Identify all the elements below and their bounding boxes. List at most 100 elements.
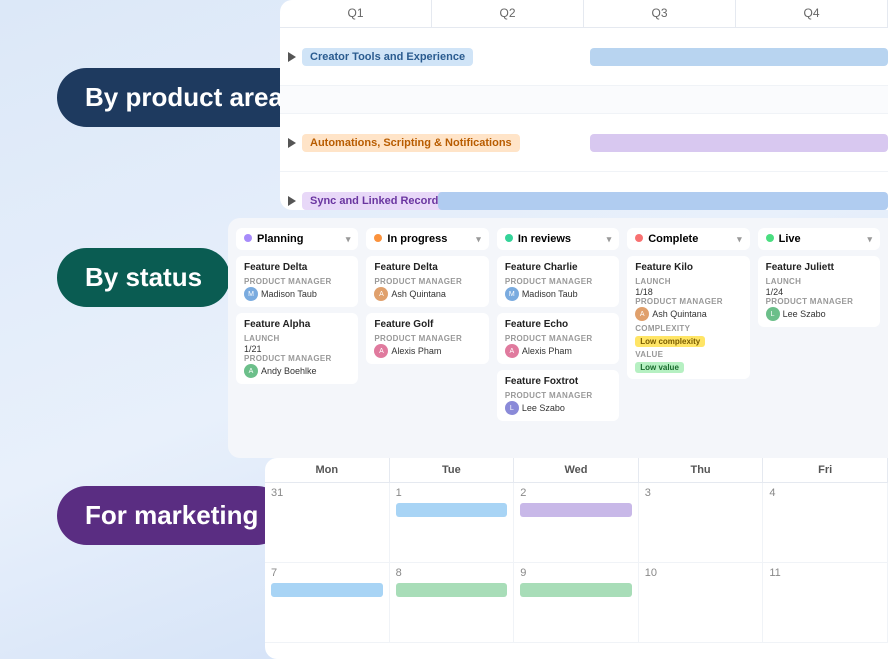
card-feature-foxtrot: Feature Foxtrot PRODUCT MANAGER L Lee Sz… (497, 370, 619, 421)
avatar: M (244, 287, 258, 301)
by-product-area-label: By product area (57, 68, 311, 127)
cal-cell-2[interactable]: 2 (514, 483, 639, 562)
cal-cell-8[interactable]: 8 (390, 563, 515, 642)
cal-date: 31 (271, 487, 383, 499)
gantt-row-creator: Creator Tools and Experience (280, 28, 888, 86)
cal-cell-10[interactable]: 10 (639, 563, 764, 642)
card-feature-charlie: Feature Charlie PRODUCT MANAGER M Madiso… (497, 256, 619, 307)
card-person: A Andy Boehlke (244, 364, 350, 378)
card-feature-echo: Feature Echo PRODUCT MANAGER A Alexis Ph… (497, 313, 619, 364)
kanban-board-area: Planning ▾ Feature Delta PRODUCT MANAGER… (228, 218, 888, 458)
card-title: Feature Golf (374, 319, 480, 330)
sync-tag[interactable]: Sync and Linked Records (302, 192, 452, 210)
creator-tag[interactable]: Creator Tools and Experience (302, 48, 473, 66)
cal-mon: Mon (265, 458, 390, 482)
pm-label: PRODUCT MANAGER (505, 334, 611, 343)
for-marketing-label: For marketing (57, 486, 286, 545)
calendar-area: Mon Tue Wed Thu Fri 31 1 2 3 4 (265, 458, 888, 659)
gantt-bar-creator (590, 48, 888, 66)
cal-cell-31[interactable]: 31 (265, 483, 390, 562)
cal-date: 1 (396, 487, 508, 499)
planning-label: Planning (257, 233, 303, 245)
complete-dot (635, 234, 643, 242)
inprogress-label: In progress (387, 233, 447, 245)
card-feature-delta-progress: Feature Delta PRODUCT MANAGER A Ash Quin… (366, 256, 488, 307)
cal-thu: Thu (639, 458, 764, 482)
planning-chevron[interactable]: ▾ (346, 234, 351, 245)
gantt-row-sync: Sync and Linked Records (280, 172, 888, 210)
pm-name: Andy Boehlke (261, 366, 317, 376)
cal-date: 11 (769, 567, 881, 579)
value-tag: Low value (635, 362, 684, 373)
cal-date: 9 (520, 567, 632, 579)
launch-label: LAUNCH (244, 334, 350, 343)
card-title: Feature Foxtrot (505, 376, 611, 387)
cal-event-green (396, 583, 508, 597)
launch-label: LAUNCH (635, 277, 741, 286)
complete-label: Complete (648, 233, 698, 245)
cal-cell-1[interactable]: 1 (390, 483, 515, 562)
live-chevron[interactable]: ▾ (868, 234, 873, 245)
section-marketing: For marketing Mon Tue Wed Thu Fri 31 1 2 (0, 458, 888, 659)
pm-label: PRODUCT MANAGER (505, 277, 611, 286)
cal-date: 10 (645, 567, 757, 579)
cal-date: 8 (396, 567, 508, 579)
by-status-label: By status (57, 248, 230, 307)
card-person: L Lee Szabo (766, 307, 872, 321)
gantt-chart: Q1 Q2 Q3 Q4 Creator Tools and Experience… (280, 0, 888, 210)
row-expand-icon[interactable] (288, 52, 296, 62)
kanban-col-live: Live ▾ Feature Juliett LAUNCH 1/24 PRODU… (758, 228, 880, 448)
cal-cell-7[interactable]: 7 (265, 563, 390, 642)
col-header-inprogress: In progress ▾ (366, 228, 488, 250)
pm-name: Lee Szabo (522, 403, 565, 413)
launch-date: 1/21 (244, 344, 350, 354)
cal-event-purple (520, 503, 632, 517)
inprogress-dot (374, 234, 382, 242)
cal-event-blue-2 (271, 583, 383, 597)
cal-event-green-2 (520, 583, 632, 597)
card-person: A Alexis Pham (505, 344, 611, 358)
q4-header: Q4 (736, 0, 888, 27)
inprogress-chevron[interactable]: ▾ (476, 234, 481, 245)
complete-chevron[interactable]: ▾ (737, 234, 742, 245)
card-title: Feature Echo (505, 319, 611, 330)
row-expand-icon-2[interactable] (288, 138, 296, 148)
card-person: A Ash Quintana (374, 287, 480, 301)
cal-date: 7 (271, 567, 383, 579)
pm-label: PRODUCT MANAGER (505, 391, 611, 400)
section-status: By status Planning ▾ Feature Delta PRODU… (0, 218, 888, 458)
pm-name: Ash Quintana (652, 309, 707, 319)
avatar: M (505, 287, 519, 301)
launch-date: 1/18 (635, 287, 741, 297)
pm-name: Madison Taub (261, 289, 317, 299)
planning-dot (244, 234, 252, 242)
avatar: L (766, 307, 780, 321)
row-expand-icon-3[interactable] (288, 196, 296, 206)
live-label: Live (779, 233, 801, 245)
automations-tag[interactable]: Automations, Scripting & Notifications (302, 134, 520, 152)
pm-label: PRODUCT MANAGER (244, 277, 350, 286)
kanban-col-planning: Planning ▾ Feature Delta PRODUCT MANAGER… (236, 228, 358, 448)
avatar: L (505, 401, 519, 415)
card-feature-juliett: Feature Juliett LAUNCH 1/24 PRODUCT MANA… (758, 256, 880, 327)
pm-label: PRODUCT MANAGER (766, 297, 872, 306)
card-feature-golf: Feature Golf PRODUCT MANAGER A Alexis Ph… (366, 313, 488, 364)
cal-cell-3[interactable]: 3 (639, 483, 764, 562)
inreviews-chevron[interactable]: ▾ (607, 234, 612, 245)
cal-wed: Wed (514, 458, 639, 482)
card-person: M Madison Taub (244, 287, 350, 301)
cal-cell-9[interactable]: 9 (514, 563, 639, 642)
kanban-board: Planning ▾ Feature Delta PRODUCT MANAGER… (236, 228, 880, 448)
cal-cell-4[interactable]: 4 (763, 483, 888, 562)
card-person: A Alexis Pham (374, 344, 480, 358)
q3-header: Q3 (584, 0, 736, 27)
avatar: A (505, 344, 519, 358)
complexity-label: COMPLEXITY (635, 324, 741, 333)
avatar: A (374, 344, 388, 358)
section-product-area: By product area Q1 Q2 Q3 Q4 Creator Tool… (0, 0, 888, 210)
col-header-live: Live ▾ (758, 228, 880, 250)
cal-cell-11[interactable]: 11 (763, 563, 888, 642)
cal-tue: Tue (390, 458, 515, 482)
pm-name: Alexis Pham (522, 346, 572, 356)
pm-label: PRODUCT MANAGER (374, 277, 480, 286)
